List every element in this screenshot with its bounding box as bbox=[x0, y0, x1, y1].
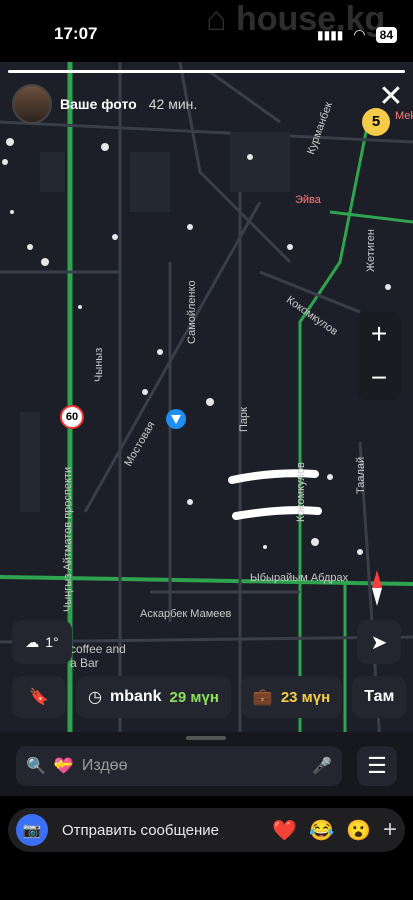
route-chip-label: Там bbox=[364, 688, 395, 705]
weather-temp: 1° bbox=[45, 634, 59, 650]
close-icon[interactable]: ✕ bbox=[377, 82, 405, 112]
poi-label: Эйва bbox=[295, 194, 321, 206]
menu-button[interactable]: ☰ bbox=[357, 746, 397, 786]
search-placeholder: Издөө bbox=[81, 757, 128, 774]
watermark-text: house.kg bbox=[236, 0, 386, 38]
street-label: Кокомкулов bbox=[295, 462, 307, 522]
story-time: 42 мин. bbox=[148, 96, 198, 112]
drag-handle[interactable] bbox=[186, 736, 226, 740]
search-input[interactable]: 🔍 💝 Издөө 🎤 bbox=[16, 746, 342, 786]
quick-route-chips: 🔖 ◷ mbank 29 мүн 💼 23 мүн Там bbox=[12, 676, 407, 718]
message-bar: 📷 Отправить сообщение ❤️ 😂 😮 + bbox=[0, 796, 413, 900]
story-header: Ваше фото 42 мин. bbox=[12, 84, 197, 124]
reaction-laugh[interactable]: 😂 bbox=[309, 818, 334, 843]
street-label: Чыңгыз Айтматов проспекти bbox=[62, 466, 74, 612]
story-progress-fill bbox=[8, 70, 405, 73]
route-chip-time: 29 мүн bbox=[169, 688, 219, 706]
house-icon: ⌂ bbox=[206, 0, 227, 38]
hamburger-menu-icon: ☰ bbox=[367, 753, 387, 778]
microphone-icon[interactable]: 🎤 bbox=[312, 756, 332, 776]
speed-limit-sign: 60 bbox=[60, 405, 84, 429]
street-label: Таалай bbox=[355, 456, 367, 494]
camera-icon: 📷 bbox=[22, 822, 42, 839]
search-panel: 🔍 💝 Издөө 🎤 ☰ bbox=[0, 732, 413, 794]
status-time: 17:07 bbox=[54, 24, 98, 43]
clock-icon: ◷ bbox=[88, 689, 102, 706]
zoom-out-button[interactable]: − bbox=[357, 356, 401, 400]
route-chip-mbank[interactable]: ◷ mbank 29 мүн bbox=[76, 676, 231, 718]
route-chip-work[interactable]: 💼 23 мүн bbox=[240, 676, 343, 718]
message-input[interactable]: 📷 Отправить сообщение ❤️ 😂 😮 + bbox=[8, 808, 405, 852]
poi-label: a Bar bbox=[70, 656, 99, 670]
street-label: Чыныз bbox=[93, 347, 105, 382]
navigate-button[interactable]: ➤ bbox=[357, 620, 401, 664]
reaction-surprise[interactable]: 😮 bbox=[346, 818, 371, 843]
cloud-icon: ☁ bbox=[25, 633, 40, 650]
story-progress-bar bbox=[8, 70, 405, 73]
street-label: Аскарбек Мамеев bbox=[140, 608, 232, 620]
navigation-arrow-icon: ➤ bbox=[370, 631, 388, 654]
heart-gift-icon: 💝 bbox=[53, 758, 74, 775]
street-label: Жетиген bbox=[365, 229, 377, 272]
avatar[interactable] bbox=[12, 84, 52, 124]
poi-label: coffee and bbox=[70, 642, 126, 656]
bookmarks-button[interactable]: 🔖 bbox=[12, 676, 66, 718]
reaction-heart[interactable]: ❤️ bbox=[272, 818, 297, 843]
street-label: Парк bbox=[238, 407, 250, 432]
briefcase-icon: 💼 bbox=[252, 689, 273, 706]
search-icon: 🔍 bbox=[26, 758, 46, 775]
bookmark-icon: 🔖 bbox=[29, 689, 49, 706]
route-chip-label: mbank bbox=[109, 688, 162, 705]
watermark: ⌂ house.kg bbox=[206, 0, 385, 39]
story-title: Ваше фото bbox=[60, 96, 137, 112]
weather-widget[interactable]: ☁ 1° bbox=[12, 620, 72, 664]
route-chip-other[interactable]: Там bbox=[352, 676, 407, 718]
message-placeholder: Отправить сообщение bbox=[62, 821, 220, 839]
add-icon[interactable]: + bbox=[383, 816, 397, 844]
zoom-controls: + − bbox=[357, 312, 401, 400]
route-chip-time: 23 мүн bbox=[280, 688, 331, 706]
street-label: Самойленко bbox=[186, 280, 198, 344]
zoom-in-button[interactable]: + bbox=[357, 312, 401, 356]
street-label: Ыбырайым Абдрах bbox=[250, 572, 349, 584]
camera-button[interactable]: 📷 bbox=[16, 814, 48, 846]
